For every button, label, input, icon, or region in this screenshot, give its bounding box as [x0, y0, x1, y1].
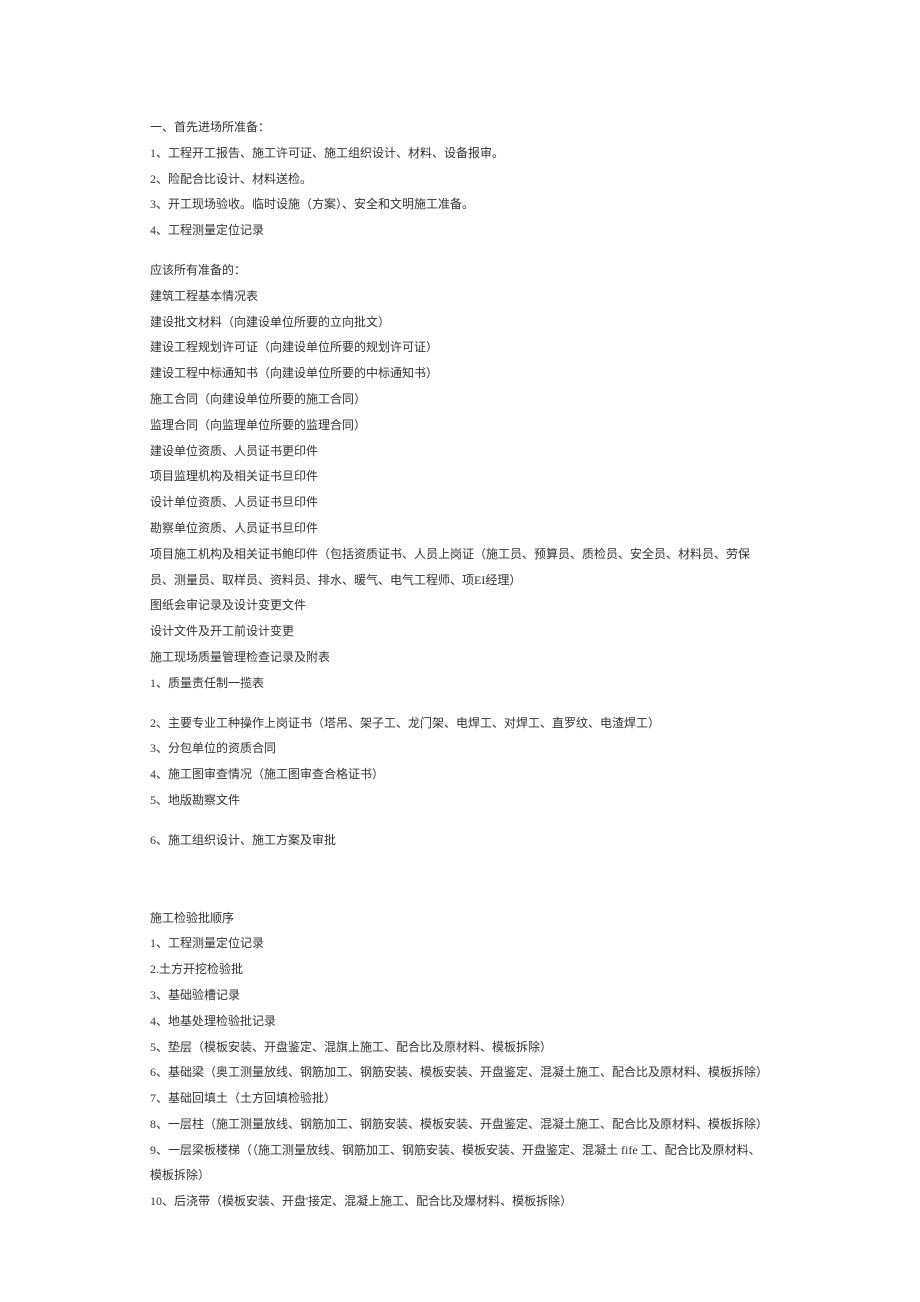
- section3-item: 10、后浇带（模板安装、开盘'接定、混凝上施工、配合比及爆材料、模板拆除）: [150, 1189, 770, 1215]
- section1-title: 一、首先进场所准备：: [150, 115, 770, 141]
- section2-item: 项目施工机构及相关证书鲍印件（包括资质证书、人员上岗证（施工员、预算员、质检员、…: [150, 542, 770, 594]
- section2-item: 建设工程规划许可证（向建设单位所要的规划许可证）: [150, 335, 770, 361]
- section2-item: 施工合同（向建设单位所要的施工合同）: [150, 387, 770, 413]
- section2-item: 建设工程中标通知书（向建设单位所要的中标通知书）: [150, 361, 770, 387]
- section2-item: 设计单位资质、人员证书旦印件: [150, 490, 770, 516]
- section2-title: 应该所有准备的：: [150, 258, 770, 284]
- section2-item: 监理合同（向监理单位所要的监理合同）: [150, 413, 770, 439]
- section2-item: 建设批文材料（向建设单位所要的立向批文）: [150, 310, 770, 336]
- section3-item: 9、一层梁板楼梯（（施工测量放线、钢筋加工、钢筋安装、模板安装、开盘鉴定、混凝土…: [150, 1138, 770, 1190]
- section2-item: 图纸会审记录及设计变更文件: [150, 593, 770, 619]
- section2b-item: 3、分包单位的资质合同: [150, 736, 770, 762]
- section2-item: 建设单位资质、人员证书更印件: [150, 439, 770, 465]
- section3-item: 6、基础梁（奥工测量放线、钢筋加工、钢筋安装、模板安装、开盘鉴定、混凝土施工、配…: [150, 1060, 770, 1086]
- section2-item: 项目监理机构及相关证书旦印件: [150, 464, 770, 490]
- section2c-item: 6、施工组织设计、施工方案及审批: [150, 828, 770, 854]
- section3-item: 4、地基处理检验批记录: [150, 1009, 770, 1035]
- section2b-item: 5、地版勘察文件: [150, 788, 770, 814]
- section2-item: 1、质量责任制一揽表: [150, 671, 770, 697]
- section3-item: 7、基础回填土（土方回填检验批）: [150, 1086, 770, 1112]
- section3-item: 8、一层柱（施工测量放线、钢筋加工、钢筋安装、模板安装、开盘鉴定、混凝土施工、配…: [150, 1112, 770, 1138]
- section2b-item: 2、主要专业工种操作上岗证书（塔吊、架子工、龙门架、电焊工、对焊工、直罗纹、电渣…: [150, 711, 770, 737]
- section3-item: 1、工程测量定位记录: [150, 931, 770, 957]
- section2b-item: 4、施工图审查情况（施工图审查合格证书）: [150, 762, 770, 788]
- section3-item: 5、垫层（模板安装、开盘鉴定、混旗上施工、配合比及原材料、模板拆除）: [150, 1035, 770, 1061]
- section1-item: 2、险配合比设计、材料送检。: [150, 167, 770, 193]
- section3-item: 3、基础验槽记录: [150, 983, 770, 1009]
- section3-title: 施工检验批顺序: [150, 906, 770, 932]
- section2-item: 建筑工程基本情况表: [150, 284, 770, 310]
- section1-item: 3、开工现场验收。临时设施（方案）、安全和文明施工准备。: [150, 192, 770, 218]
- section1-item: 4、工程测量定位记录: [150, 218, 770, 244]
- section2-item: 施工现场质量管理检查记录及附表: [150, 645, 770, 671]
- section3-item: 2.土方开挖检验批: [150, 957, 770, 983]
- document-page: 一、首先进场所准备： 1、工程开工报告、施工许可证、施工组织设计、材料、设备报审…: [0, 0, 920, 1275]
- section2-item: 勘察单位资质、人员证书旦印件: [150, 516, 770, 542]
- section1-item: 1、工程开工报告、施工许可证、施工组织设计、材料、设备报审。: [150, 141, 770, 167]
- section2-item: 设计文件及开工前设计变更: [150, 619, 770, 645]
